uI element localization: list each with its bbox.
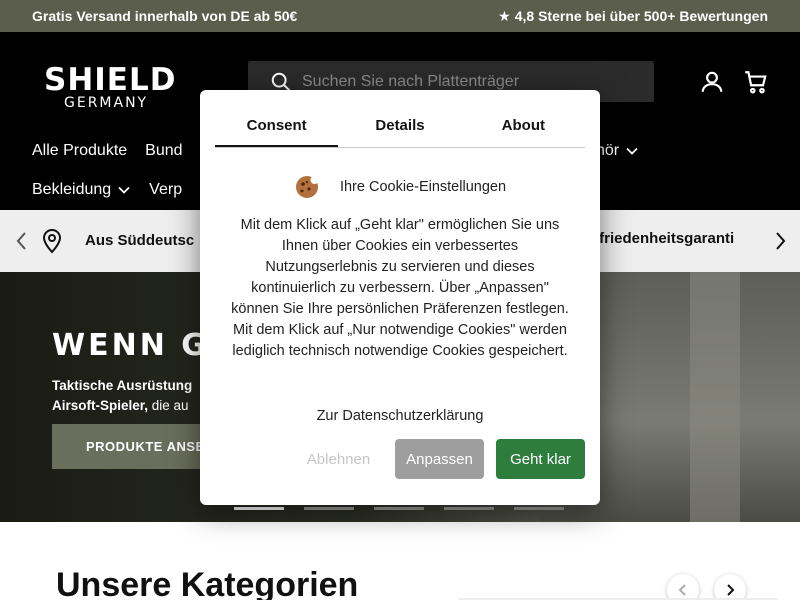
chevron-right-icon (727, 584, 735, 596)
cookie-heading: Ihre Cookie-Einstellungen (339, 179, 507, 195)
slide-dot[interactable] (444, 507, 494, 510)
hero-title: WENN G (52, 328, 209, 363)
chevron-right-icon[interactable] (770, 230, 790, 252)
accept-button[interactable]: Geht klar (496, 439, 585, 479)
tab-consent[interactable]: Consent (215, 108, 339, 147)
cookie-consent-dialog: Consent Details About Ihre Cookie-Einste… (200, 90, 600, 505)
logo-main-text: SHIELD (44, 62, 177, 98)
tab-details[interactable]: Details (338, 108, 461, 147)
cookie-description: Mit dem Klick auf „Geht klar" ermögliche… (231, 217, 569, 359)
main-nav-row-2: Bekleidung Verp (32, 181, 182, 199)
usp-origin-text: Aus Süddeutsc (85, 232, 195, 249)
categories-title: Unsere Kategorien (56, 566, 359, 600)
tab-about[interactable]: About (462, 108, 585, 147)
logo[interactable]: SHIELD GERMANY (44, 62, 204, 111)
categories-prev-button[interactable] (667, 574, 699, 600)
cookie-heading-row: Ihre Cookie-Einstellungen (200, 174, 600, 200)
logo-sub-text: GERMANY (64, 95, 149, 111)
privacy-policy-link[interactable]: Zur Datenschutzerklärung (200, 408, 600, 424)
nav-item-all-products[interactable]: Alle Produkte (32, 142, 127, 160)
cookie-icon (295, 176, 319, 198)
nav-item-bundles[interactable]: Bund (145, 142, 182, 160)
chevron-down-icon (118, 186, 130, 194)
account-icon[interactable] (699, 69, 725, 95)
hero-subtitle: Taktische Ausrüstung Airsoft-Spieler, di… (52, 376, 192, 416)
nav-item-clothing[interactable]: Bekleidung (32, 181, 131, 199)
customize-button[interactable]: Anpassen (395, 439, 484, 479)
announcement-bar: Gratis Versand innerhalb von DE ab 50€ ★… (0, 0, 800, 32)
slide-dot[interactable] (304, 507, 354, 510)
free-shipping-text: Gratis Versand innerhalb von DE ab 50€ (32, 8, 298, 24)
rating-text: 4,8 Sterne bei über 500+ Bewertungen (514, 7, 768, 24)
hero-subtitle-bold: Airsoft-Spieler, (52, 398, 149, 413)
chevron-left-icon (678, 584, 686, 596)
hero-subtitle-line-1: Taktische Ausrüstung (52, 376, 192, 396)
search-input[interactable] (302, 72, 642, 91)
slide-dot[interactable] (234, 507, 284, 510)
hero-subtitle-line-1-text: Taktische Ausrüstung (52, 378, 193, 393)
slide-dot[interactable] (514, 507, 564, 510)
reject-button[interactable]: Ablehnen (296, 439, 381, 479)
rating-text-wrap: ★ 4,8 Sterne bei über 500+ Bewertungen (498, 8, 768, 25)
nav-item-clothing-label: Bekleidung (32, 181, 112, 198)
star-icon: ★ (498, 7, 511, 24)
main-nav-row-1-right: hör (596, 142, 639, 160)
nav-item-accessories[interactable]: hör (596, 142, 639, 160)
slider-pagination (234, 507, 564, 510)
hero-image-detail (690, 272, 740, 522)
usp-guarantee-text: ufriedenheitsgaranti (590, 230, 735, 247)
location-pin-icon (42, 229, 62, 254)
chevron-down-icon (626, 147, 638, 155)
cookie-tabs: Consent Details About (215, 108, 585, 148)
hero-subtitle-line-2: Airsoft-Spieler, die au (52, 396, 192, 416)
slide-dot[interactable] (374, 507, 424, 510)
main-nav-row-1: Alle Produkte Bund (32, 142, 183, 160)
cart-icon[interactable] (743, 69, 769, 95)
nav-item-packaging[interactable]: Verp (149, 181, 182, 199)
hero-subtitle-rest: die au (148, 398, 189, 413)
categories-next-button[interactable] (714, 574, 746, 600)
chevron-left-icon[interactable] (12, 230, 32, 252)
